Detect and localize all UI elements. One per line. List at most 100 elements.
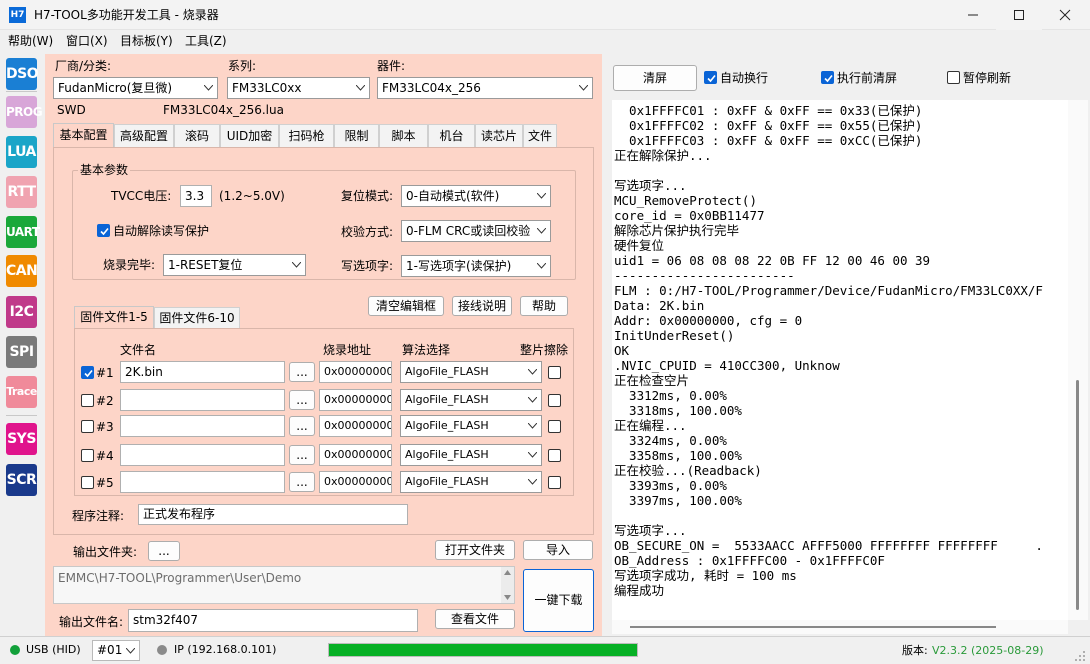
file-enable-checkbox-5[interactable] [81, 476, 94, 489]
output-filename-input[interactable]: stm32f407 [128, 609, 418, 632]
tab-1[interactable]: 高级配置 [114, 124, 174, 148]
view-file-button[interactable]: 查看文件 [435, 609, 515, 629]
open-folder-button[interactable]: 打开文件夹 [435, 540, 515, 560]
col-filename: 文件名 [120, 343, 157, 357]
file-browse-button-1[interactable]: ... [289, 362, 315, 382]
maximize-button[interactable] [996, 0, 1042, 30]
rail-button-dso[interactable]: DSO [6, 58, 39, 90]
file-browse-button-2[interactable]: ... [289, 390, 315, 410]
file-name-input-1[interactable]: 2K.bin [120, 361, 285, 383]
chevron-down-icon [537, 263, 546, 269]
rail-button-lua[interactable]: LUA [6, 136, 37, 168]
rail-button-sys[interactable]: SYS [6, 423, 37, 455]
option-select[interactable]: 1-写选项字(读保护) [401, 255, 551, 277]
port-select[interactable]: #01 [92, 640, 140, 661]
tab-6[interactable]: 脚本 [379, 124, 428, 148]
algorithm-select-1[interactable]: AlgoFile_FLASH [400, 361, 542, 383]
pause-refresh-label: 暂停刷新 [963, 71, 1012, 85]
rail-button-can[interactable]: CAN [6, 255, 38, 287]
output-filename-label: 输出文件名: [59, 615, 124, 629]
resize-grip-icon[interactable] [1074, 650, 1086, 662]
file-browse-button-3[interactable]: ... [289, 416, 315, 436]
full-erase-checkbox-5[interactable] [548, 476, 561, 489]
file-name-input-4[interactable] [120, 444, 285, 466]
basic-params-title: 基本参数 [78, 162, 131, 178]
menu-target-board[interactable]: 目标板(Y) [120, 33, 173, 49]
rail-button-uart[interactable]: UART [6, 216, 40, 248]
notes-input[interactable]: 正式发布程序 [138, 504, 408, 525]
scroll-thumb[interactable] [630, 626, 996, 628]
clear-editor-button[interactable]: 清空编辑框 [368, 296, 444, 316]
firmware-file-tabs: 固件文件1-5 固件文件6-10 [74, 306, 244, 329]
file-name-input-2[interactable] [120, 389, 285, 411]
menu-window[interactable]: 窗口(X) [66, 33, 108, 49]
reset-mode-select[interactable]: 0-自动模式(软件) [401, 185, 551, 207]
verify-select[interactable]: 0-FLM CRC或读回校验 [401, 220, 551, 242]
algorithm-select-2[interactable]: AlgoFile_FLASH [400, 389, 542, 411]
full-erase-checkbox-2[interactable] [548, 394, 561, 407]
part-select[interactable]: FM33LC04x_256 [377, 77, 593, 99]
tab-7[interactable]: 机台 [428, 124, 475, 148]
tab-8[interactable]: 读芯片 [475, 124, 523, 148]
wiring-guide-button[interactable]: 接线说明 [452, 296, 512, 316]
algorithm-select-5[interactable]: AlgoFile_FLASH [400, 471, 542, 493]
file-enable-checkbox-1[interactable] [81, 366, 94, 379]
file-enable-checkbox-3[interactable] [81, 420, 94, 433]
file-enable-checkbox-4[interactable] [81, 449, 94, 462]
file-address-input-1[interactable]: 0x00000000 [319, 361, 392, 383]
output-folder-browse-button[interactable]: ... [148, 541, 180, 561]
vendor-select[interactable]: FudanMicro(复旦微) [53, 77, 218, 99]
log-line: 编程成功 [614, 583, 665, 598]
scroll-thumb[interactable] [1076, 380, 1079, 610]
full-erase-checkbox-1[interactable] [548, 366, 561, 379]
file-enable-checkbox-2[interactable] [81, 394, 94, 407]
import-button[interactable]: 导入 [523, 540, 593, 560]
tab-3[interactable]: UID加密 [220, 124, 279, 148]
file-tab-2[interactable]: 固件文件6-10 [154, 307, 240, 329]
file-name-input-5[interactable] [120, 471, 285, 493]
menu-help[interactable]: 帮助(W) [8, 33, 53, 49]
rail-button-trace[interactable]: Trace [6, 376, 37, 408]
rail-button-rtt[interactable]: RTT [6, 176, 37, 208]
burn-done-select[interactable]: 1-RESET复位 [163, 254, 306, 276]
log-output[interactable]: 0x1FFFFC01 : 0xFF & 0xFF == 0x33(已保护) 0x… [612, 100, 1068, 620]
file-browse-button-4[interactable]: ... [289, 445, 315, 465]
tab-4[interactable]: 扫码枪 [279, 124, 334, 148]
log-line: 写选项字... [614, 178, 687, 193]
algorithm-select-3[interactable]: AlgoFile_FLASH [400, 415, 542, 437]
log-horizontal-scrollbar[interactable] [612, 620, 1068, 634]
algorithm-select-4[interactable]: AlgoFile_FLASH [400, 444, 542, 466]
output-path-field[interactable]: EMMC\H7-TOOL\Programmer\User\Demo [53, 566, 515, 604]
one-click-download-button[interactable]: 一键下载 [523, 569, 594, 632]
file-tab-1[interactable]: 固件文件1-5 [74, 306, 154, 328]
close-button[interactable] [1042, 0, 1088, 30]
menu-tools[interactable]: 工具(Z) [185, 33, 227, 49]
rail-button-scr[interactable]: SCR [6, 464, 37, 496]
file-address-input-4[interactable]: 0x00000000 [319, 444, 392, 466]
rail-button-prog[interactable]: PROG [6, 96, 43, 128]
file-browse-button-5[interactable]: ... [289, 472, 315, 492]
tab-0[interactable]: 基本配置 [53, 123, 114, 148]
auto-wrap-checkbox[interactable] [704, 71, 717, 84]
output-path-scrollbar[interactable] [501, 567, 514, 603]
tab-5[interactable]: 限制 [334, 124, 379, 148]
file-name-input-3[interactable] [120, 415, 285, 437]
rail-button-i2c[interactable]: I2C [6, 296, 37, 328]
file-address-input-2[interactable]: 0x00000000 [319, 389, 392, 411]
series-select[interactable]: FM33LC0xx [227, 77, 370, 99]
minimize-button-real[interactable] [950, 0, 996, 30]
tab-2[interactable]: 滚码 [174, 124, 220, 148]
rail-button-spi[interactable]: SPI [6, 336, 37, 368]
log-vertical-scrollbar[interactable] [1068, 100, 1088, 620]
full-erase-checkbox-3[interactable] [548, 420, 561, 433]
clear-screen-button[interactable]: 清屏 [613, 65, 697, 91]
file-address-input-5[interactable]: 0x00000000 [319, 471, 392, 493]
tab-9[interactable]: 文件 [523, 124, 557, 148]
clear-before-run-checkbox[interactable] [821, 71, 834, 84]
tvcc-input[interactable]: 3.3 [180, 185, 212, 207]
file-address-input-3[interactable]: 0x00000000 [319, 415, 392, 437]
pause-refresh-checkbox[interactable] [947, 71, 960, 84]
help-button[interactable]: 帮助 [520, 296, 568, 316]
full-erase-checkbox-4[interactable] [548, 449, 561, 462]
auto-unprotect-checkbox[interactable] [97, 224, 110, 237]
